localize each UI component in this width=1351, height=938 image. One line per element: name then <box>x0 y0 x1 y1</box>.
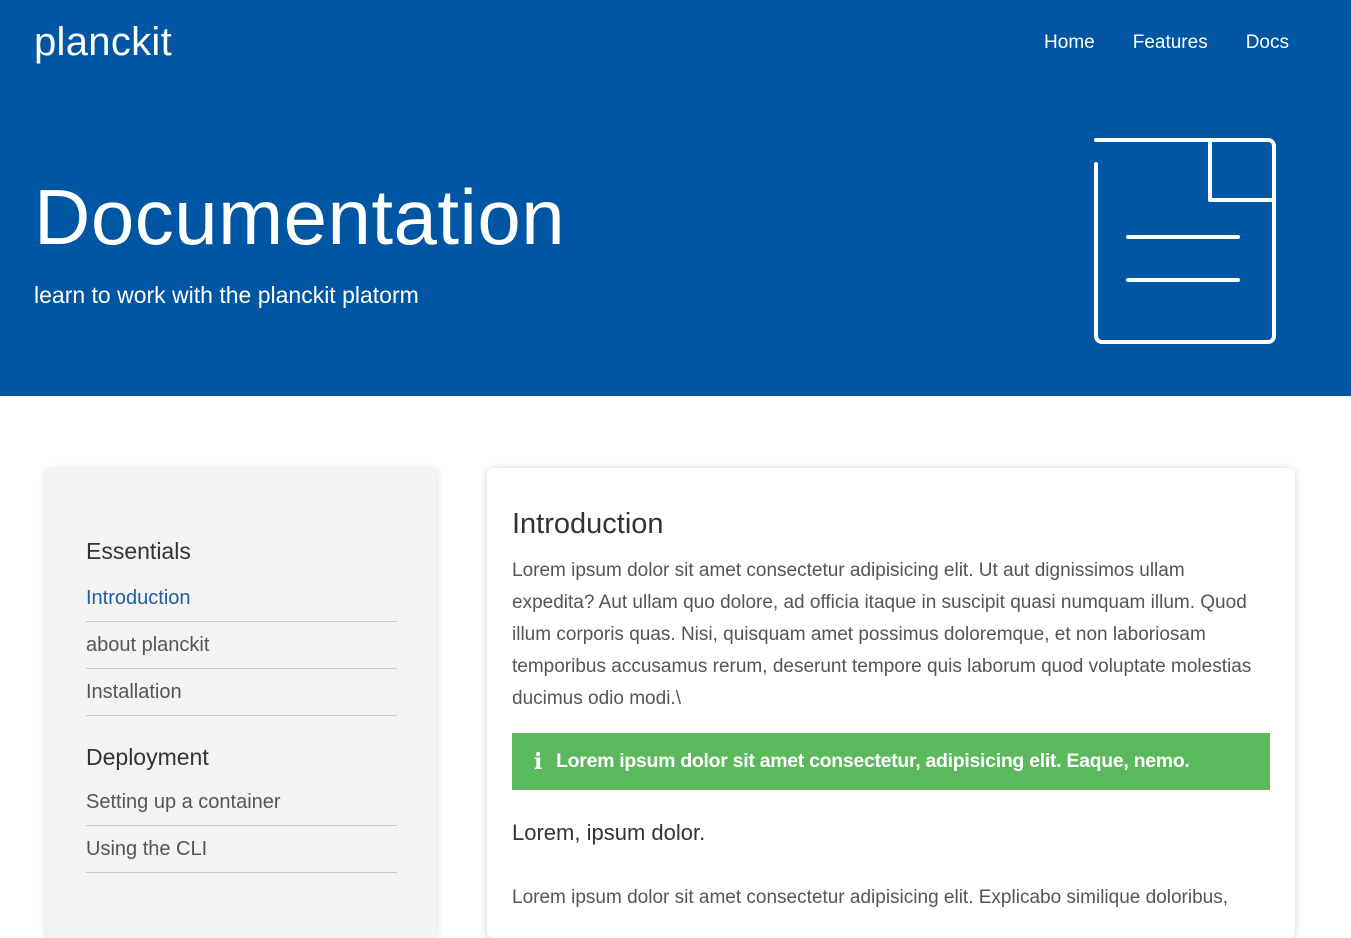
sidebar-heading-deployment: Deployment <box>86 744 209 770</box>
top-nav: Home Features Docs <box>1044 32 1289 54</box>
hero-header: planckit Home Features Docs Documentatio… <box>0 0 1351 396</box>
info-icon: i <box>534 748 543 775</box>
sidebar-heading-essentials: Essentials <box>86 538 191 564</box>
nav-docs[interactable]: Docs <box>1246 32 1289 54</box>
docs-content: Introduction Lorem ipsum dolor sit amet … <box>487 468 1295 938</box>
nav-home[interactable]: Home <box>1044 32 1095 54</box>
page-title: Documentation <box>34 173 566 261</box>
alert-text: Lorem ipsum dolor sit amet consectetur, … <box>556 750 1190 772</box>
nav-features[interactable]: Features <box>1133 32 1208 54</box>
page-subtitle: learn to work with the planckit platorm <box>34 282 419 308</box>
document-icon <box>1094 138 1276 344</box>
section-title: Introduction <box>512 508 664 540</box>
docs-sidebar: Essentials Introduction about planckit I… <box>46 468 437 938</box>
subsection-title: Lorem, ipsum dolor. <box>512 820 706 845</box>
sidebar-item-setting-up-container[interactable]: Setting up a container <box>86 791 397 826</box>
sidebar-item-installation[interactable]: Installation <box>86 669 397 716</box>
sidebar-item-about-planckit[interactable]: about planckit <box>86 622 397 669</box>
sidebar-item-introduction[interactable]: Introduction <box>86 587 397 622</box>
intro-paragraph: Lorem ipsum dolor sit amet consectetur a… <box>512 560 1252 709</box>
info-alert: i Lorem ipsum dolor sit amet consectetur… <box>512 733 1270 790</box>
sidebar-item-using-cli[interactable]: Using the CLI <box>86 826 397 873</box>
brand-logo[interactable]: planckit <box>34 20 172 65</box>
body-paragraph: Lorem ipsum dolor sit amet consectetur a… <box>512 887 1228 908</box>
